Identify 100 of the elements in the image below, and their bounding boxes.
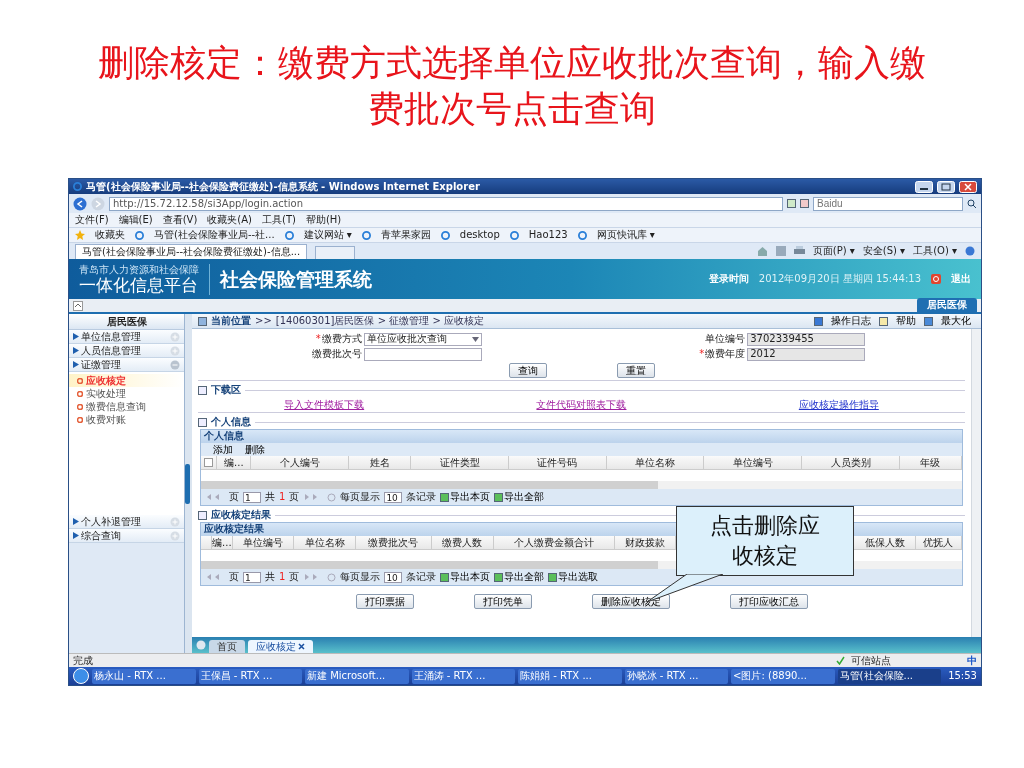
page-input[interactable]: 1 <box>243 491 261 503</box>
expand-icon[interactable] <box>170 530 180 541</box>
command-menu[interactable]: 工具(O) ▾ <box>913 245 957 257</box>
new-tab-button[interactable] <box>315 246 356 259</box>
module-tab[interactable]: 居民医保 <box>917 298 977 312</box>
taskbar-item[interactable]: <图片: (8890... <box>731 668 835 684</box>
export-button[interactable]: 导出全部 <box>494 490 545 504</box>
search-icon[interactable] <box>967 198 977 209</box>
group-label: 人员信息管理 <box>81 344 142 357</box>
sidebar-group[interactable]: 人员信息管理 <box>69 344 184 358</box>
field-label: 单位编号 <box>705 333 746 345</box>
search-field[interactable]: Baidu <box>813 196 963 211</box>
export-button[interactable]: 导出全部 <box>494 570 545 584</box>
total-pages: 1 <box>279 571 286 583</box>
column-header: 单位名称 <box>635 456 676 469</box>
export-button[interactable]: 导出本页 <box>440 490 491 504</box>
taskbar-item[interactable]: 新建 Microsoft... <box>305 668 409 684</box>
sidebar-group[interactable]: 单位信息管理 <box>69 330 184 344</box>
expand-icon[interactable] <box>170 516 180 527</box>
form-button[interactable]: 查询 <box>508 363 547 378</box>
taskbar-item[interactable]: 王涌涛 - RTX ... <box>411 668 516 684</box>
pager-label: 页 <box>289 571 300 583</box>
toolbar-button[interactable]: 删除 <box>241 443 269 456</box>
expand-icon[interactable] <box>170 345 180 356</box>
export-button[interactable]: 导出本页 <box>440 570 491 584</box>
page-size-input[interactable]: 10 <box>384 491 403 503</box>
menu-item[interactable]: 编辑(E) <box>118 214 153 226</box>
sidebar-group[interactable]: 个人补退管理 <box>69 515 184 529</box>
horizontal-scrollbar[interactable] <box>201 481 962 489</box>
page-action[interactable]: 帮助 <box>892 314 920 328</box>
column-header: 个人缴费金额合计 <box>513 536 594 549</box>
command-menu[interactable]: 安全(S) ▾ <box>862 245 906 257</box>
page-tab[interactable]: 首页 <box>209 640 245 653</box>
taskbar-item[interactable]: 马管(社会保险... <box>837 668 942 684</box>
favorite-link[interactable]: desktop <box>459 229 500 241</box>
caret-icon[interactable] <box>471 336 479 342</box>
column-header: 人员类别 <box>830 456 871 469</box>
action-button[interactable]: 打印票据 <box>355 594 414 609</box>
browser-tab[interactable]: 马管(社会保险事业局--社会保险费征缴处)-信息... <box>75 244 308 259</box>
taskbar-item[interactable]: 陈娟娟 - RTX ... <box>518 668 622 684</box>
input-field[interactable] <box>363 347 482 361</box>
column-header: 单位编号 <box>732 456 773 469</box>
menu-item[interactable]: 查看(V) <box>162 214 198 226</box>
sidebar-item[interactable]: 实收处理 <box>69 387 184 400</box>
expand-icon[interactable] <box>170 331 180 342</box>
power-icon[interactable] <box>931 274 941 284</box>
address-field[interactable]: http://15.72.12.58/si3App/login.action <box>109 196 783 211</box>
download-link[interactable]: 文件代码对照表下载 <box>536 398 627 411</box>
star-icon[interactable] <box>75 230 85 240</box>
download-link[interactable]: 导入文件模板下载 <box>284 398 365 411</box>
column-header: 编... <box>212 536 232 549</box>
splitter-handle[interactable] <box>185 314 192 653</box>
sidebar-item[interactable]: 收费对账 <box>69 413 184 426</box>
download-link[interactable]: 应收核定操作指导 <box>798 398 879 411</box>
dropdown[interactable]: 单位应收批次查询 <box>363 332 482 346</box>
grid-title: 个人信息 <box>201 430 962 443</box>
page-input[interactable]: 1 <box>243 571 261 583</box>
sidebar-item[interactable]: 缴费信息查询 <box>69 400 184 413</box>
page-tab[interactable]: 应收核定 <box>248 640 313 653</box>
back-icon[interactable] <box>73 196 87 211</box>
command-menu[interactable]: 页面(P) ▾ <box>812 245 855 257</box>
taskbar-item[interactable]: 杨永山 - RTX ... <box>92 668 196 684</box>
form-button[interactable]: 重置 <box>616 363 655 378</box>
ime-indicator[interactable]: 中 <box>967 654 977 667</box>
taskbar-item[interactable]: 王保昌 - RTX ... <box>198 668 303 684</box>
action-button[interactable]: 打印凭单 <box>473 594 532 609</box>
column-header: 单位编号 <box>243 536 284 549</box>
start-button[interactable] <box>73 668 89 684</box>
menu-item[interactable]: 帮助(H) <box>305 214 342 226</box>
toolbar-button[interactable]: 添加 <box>209 443 237 456</box>
clock: 15:53 <box>947 670 977 682</box>
menu-item[interactable]: 文件(F) <box>75 214 109 226</box>
export-button[interactable]: 导出选取 <box>548 570 599 584</box>
taskbar-item[interactable]: 孙晓冰 - RTX ... <box>624 668 729 684</box>
page-action[interactable]: 操作日志 <box>827 314 875 328</box>
slide-title: 删除核定：缴费方式选择单位应收批次查询，输入缴费批次号点击查询 <box>97 42 927 131</box>
page-size-input[interactable]: 10 <box>384 571 403 583</box>
vertical-scrollbar[interactable] <box>971 329 981 637</box>
favorite-link[interactable]: Hao123 <box>528 229 568 241</box>
favorite-link[interactable]: 青苹果家园 <box>380 229 431 241</box>
column-header: 优抚人 <box>923 536 954 549</box>
page-action[interactable]: 最大化 <box>937 314 975 328</box>
select-all-checkbox[interactable] <box>204 458 214 467</box>
favorite-link[interactable]: 马管(社会保险事业局--社... <box>154 229 275 241</box>
sidebar-group[interactable]: 综合查询 <box>69 529 184 543</box>
action-button[interactable]: 打印应收汇总 <box>729 594 808 609</box>
favorite-link[interactable]: 建议网站 ▾ <box>303 229 352 241</box>
close-icon[interactable] <box>298 643 305 650</box>
favorite-link[interactable]: 网页快讯库 ▾ <box>596 229 655 241</box>
print-icon[interactable] <box>793 246 805 256</box>
field-label: 缴费方式 <box>321 333 362 345</box>
menu-item[interactable]: 工具(T) <box>262 214 296 226</box>
minimize-icon[interactable] <box>915 180 933 193</box>
favorites-button[interactable]: 收藏夹 <box>95 229 125 241</box>
field-label: 缴费年度 <box>705 348 746 360</box>
item-label: 缴费信息查询 <box>86 400 146 413</box>
home-icon[interactable] <box>756 246 768 256</box>
menu-item[interactable]: 收藏夹(A) <box>207 214 252 226</box>
sidebar-group[interactable]: 证缴管理 <box>69 358 184 372</box>
column-header: 缴费人数 <box>442 536 483 549</box>
